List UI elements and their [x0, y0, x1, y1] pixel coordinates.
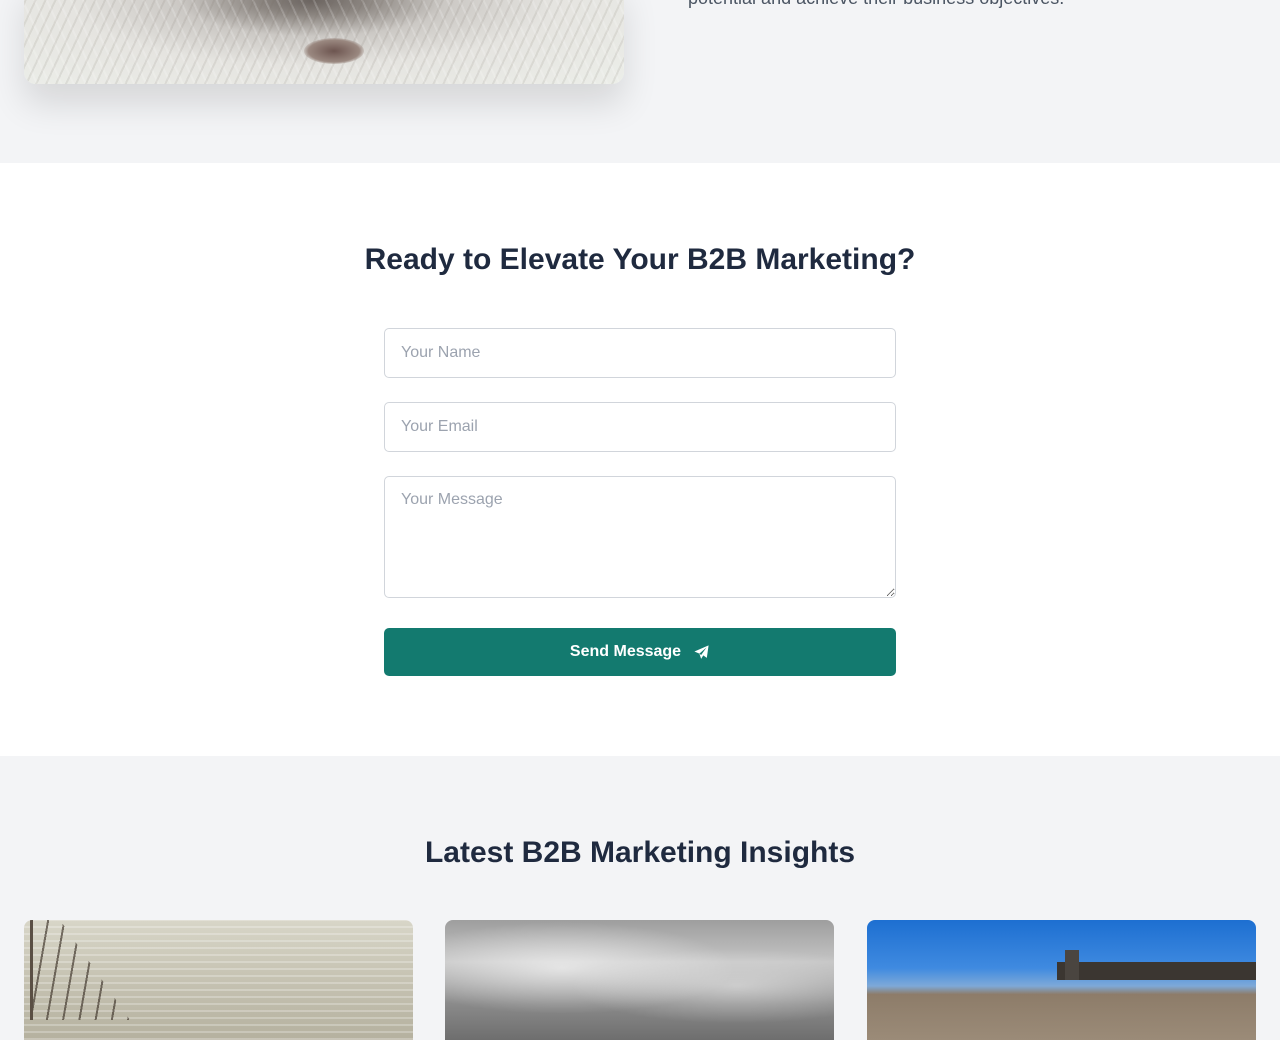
- paper-plane-icon: [694, 644, 709, 659]
- contact-heading: Ready to Elevate Your B2B Marketing?: [364, 243, 916, 276]
- about-image: [24, 0, 624, 84]
- about-image-nose: [304, 38, 364, 64]
- about-text: potential and achieve their business obj…: [688, 0, 1064, 9]
- contact-section: Ready to Elevate Your B2B Marketing? Sen…: [0, 163, 1280, 756]
- insights-heading: Latest B2B Marketing Insights: [424, 836, 856, 869]
- email-input[interactable]: [384, 402, 896, 452]
- insight-card-2-image[interactable]: [445, 920, 834, 1040]
- send-message-label: Send Message: [569, 643, 682, 660]
- send-message-button[interactable]: Send Message: [384, 628, 896, 676]
- about-section: potential and achieve their business obj…: [0, 0, 1280, 163]
- name-input[interactable]: [384, 328, 896, 378]
- insights-section: Latest B2B Marketing Insights: [0, 756, 1280, 1040]
- message-textarea[interactable]: [384, 476, 896, 598]
- insight-card-3-building: [1057, 962, 1256, 980]
- insight-card-3-tower: [1065, 950, 1079, 980]
- insight-card-1-image[interactable]: [24, 920, 413, 1040]
- insight-card-2-clouds: [445, 920, 834, 1040]
- insight-card-3-image[interactable]: [867, 920, 1256, 1040]
